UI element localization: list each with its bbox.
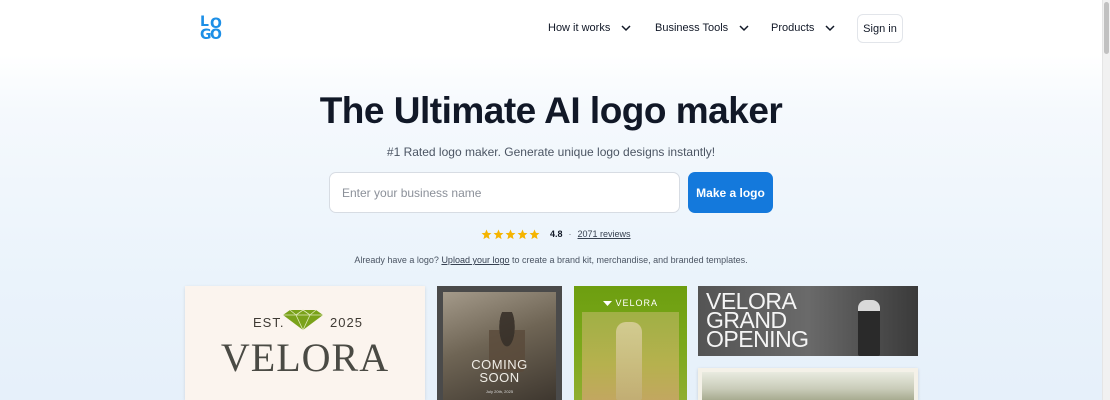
make-logo-button[interactable]: Make a logo <box>688 172 773 213</box>
logo-letter: O <box>210 27 222 43</box>
page-scrollbar[interactable] <box>1102 0 1110 400</box>
sign-in-button[interactable]: Sign in <box>857 14 903 43</box>
gallery-card-landscape[interactable] <box>698 368 918 400</box>
star-icon <box>481 229 492 239</box>
person-figure <box>858 300 880 356</box>
star-icon <box>505 229 516 239</box>
reviews-link[interactable]: 2071 reviews <box>578 229 631 239</box>
star-rating <box>481 229 540 240</box>
chevron-down-icon <box>621 25 631 32</box>
separator: · <box>568 229 572 239</box>
nav-products[interactable]: Products <box>771 18 836 38</box>
nav-label: Products <box>771 22 815 34</box>
nav-label: Business Tools <box>655 22 729 34</box>
page-title: The Ultimate AI logo maker <box>319 90 783 131</box>
star-icon <box>517 229 528 239</box>
star-icon <box>529 229 540 239</box>
upload-logo-link[interactable]: Upload your logo <box>441 255 509 265</box>
site-header: L O G O How it works Business Tools Prod… <box>0 0 1102 56</box>
upload-note: Already have a logo? Upload your logo to… <box>0 255 1102 265</box>
upload-note-prefix: Already have a logo? <box>354 255 439 265</box>
chevron-down-icon <box>825 25 835 32</box>
rating-summary: 4.8 · 2071 reviews <box>481 227 631 241</box>
logo-icon[interactable]: L O G O <box>199 15 223 43</box>
card-headline-line: OPENING <box>706 326 809 352</box>
card-photo <box>702 372 914 400</box>
card-date: July 20th, 2025 <box>485 389 514 394</box>
gallery-card-velora-green[interactable]: VELORA <box>574 286 687 400</box>
card-headline: COMING SOON <box>437 358 562 384</box>
nav-business-tools[interactable]: Business Tools <box>655 18 750 38</box>
nav-label: How it works <box>548 22 611 34</box>
card-logo: VELORA <box>574 298 687 308</box>
chevron-mark-icon <box>602 301 612 306</box>
diamond-icon <box>283 309 323 331</box>
gallery-card-grand-opening[interactable]: VELORA GRAND OPENING <box>698 286 918 356</box>
card-headline: VELORA GRAND OPENING <box>706 290 809 352</box>
business-name-input[interactable] <box>329 172 680 213</box>
chevron-down-icon <box>739 25 749 32</box>
card-brand-name: VELORA <box>220 335 390 380</box>
upload-note-suffix: to create a brand kit, merchandise, and … <box>512 255 748 265</box>
card-headline-line: SOON <box>479 370 520 385</box>
hero-subtitle: #1 Rated logo maker. Generate unique log… <box>386 145 716 159</box>
person-figure <box>616 322 642 400</box>
gallery-card-velora-est[interactable]: EST. 2025 VELORA <box>185 286 425 400</box>
gallery-card-coming-soon[interactable]: COMING SOON July 20th, 2025 <box>437 286 562 400</box>
scrollbar-thumb[interactable] <box>1104 2 1109 54</box>
nav-how-it-works[interactable]: How it works <box>548 18 632 38</box>
card-brand-name: VELORA <box>615 298 659 308</box>
rating-score: 4.8 <box>550 229 563 239</box>
card-est-label: EST. <box>253 315 285 330</box>
star-icon <box>493 229 504 239</box>
card-year-label: 2025 <box>330 315 363 330</box>
